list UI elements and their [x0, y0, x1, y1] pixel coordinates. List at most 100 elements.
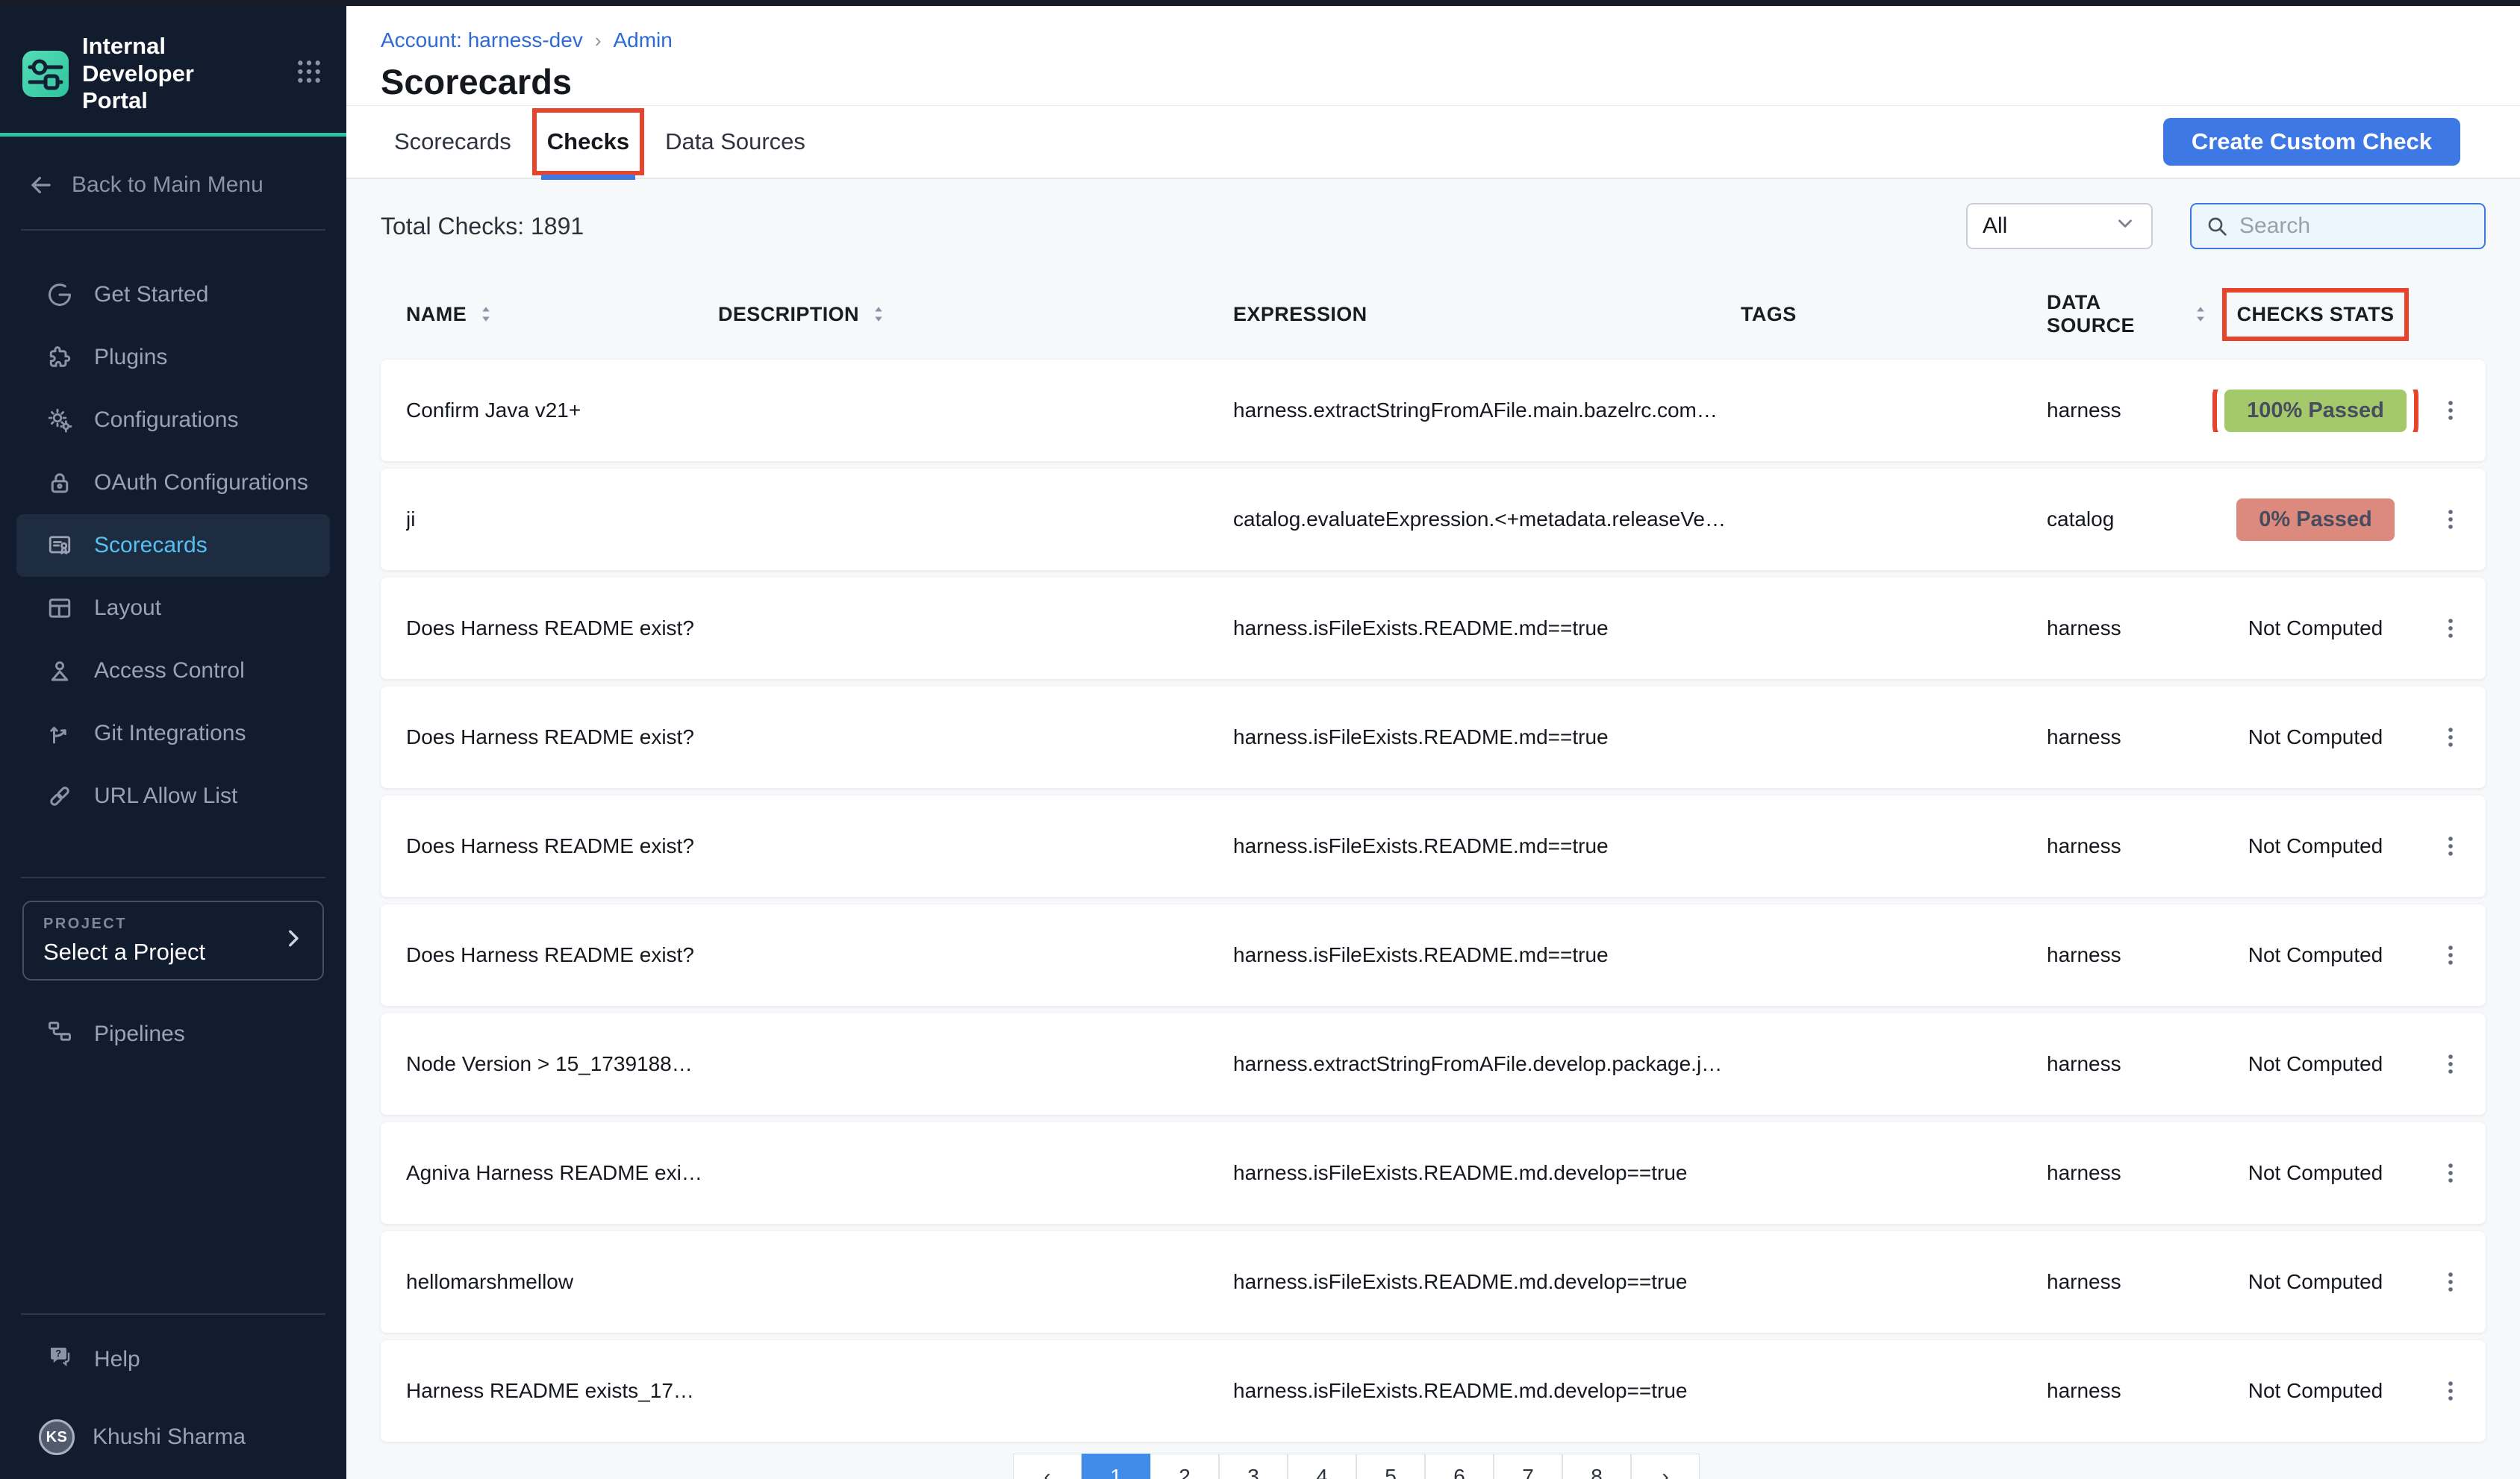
scorecard-icon	[46, 532, 73, 559]
row-menu-button[interactable]	[2438, 616, 2486, 641]
table-row[interactable]: jicatalog.evaluateExpression.<+metadata.…	[381, 469, 2486, 570]
sort-icon[interactable]	[868, 304, 889, 325]
row-menu-button[interactable]	[2438, 1051, 2486, 1077]
sidebar-item-pipelines[interactable]: Pipelines	[0, 1003, 346, 1066]
git-branch-icon	[46, 720, 73, 747]
column-label: NAME	[406, 303, 467, 326]
sidebar-item-label: OAuth Configurations	[94, 470, 308, 495]
sidebar-item-get-started[interactable]: Get Started	[16, 263, 330, 326]
filter-dropdown[interactable]: All	[1966, 203, 2153, 249]
sort-icon[interactable]	[2190, 304, 2211, 325]
sidebar-item-label: Configurations	[94, 407, 238, 433]
pagination: ‹12345678›	[1013, 1454, 1700, 1479]
sidebar-item-configurations[interactable]: Configurations	[16, 389, 330, 451]
table-row[interactable]: Does Harness README exist?harness.isFile…	[381, 578, 2486, 679]
table-row[interactable]: Does Harness README exist?harness.isFile…	[381, 795, 2486, 897]
gear-icon	[46, 407, 73, 434]
sidebar-spacer	[0, 1066, 346, 1313]
svg-text:?: ?	[55, 1348, 61, 1359]
idp-logo-icon	[22, 51, 69, 97]
page-title: Scorecards	[381, 61, 2486, 102]
check-data-source: harness	[2047, 1379, 2211, 1403]
page-button-7[interactable]: 7	[1494, 1454, 1562, 1479]
page-button-[interactable]: ›	[1631, 1454, 1700, 1479]
check-stats: 100% Passed	[2211, 390, 2420, 432]
breadcrumb-account-link[interactable]: Account: harness-dev	[381, 28, 583, 52]
check-expression: harness.isFileExists.README.md.develop==…	[1233, 1379, 1741, 1403]
check-data-source: harness	[2047, 1052, 2211, 1076]
page-button-1[interactable]: 1	[1082, 1454, 1150, 1479]
help-button[interactable]: ? Help	[0, 1328, 346, 1391]
lock-icon	[46, 469, 73, 496]
breadcrumb-separator: ›	[595, 29, 602, 52]
row-menu-button[interactable]	[2438, 942, 2486, 968]
page-button-8[interactable]: 8	[1562, 1454, 1631, 1479]
tab-checks[interactable]: Checks	[529, 105, 647, 178]
back-to-main-menu[interactable]: Back to Main Menu	[27, 171, 324, 199]
check-data-source: harness	[2047, 398, 2211, 422]
project-value: Select a Project	[43, 939, 303, 966]
create-custom-check-button[interactable]: Create Custom Check	[2163, 118, 2460, 166]
sort-icon[interactable]	[475, 304, 496, 325]
person-icon	[46, 657, 73, 684]
sidebar-item-oauth-configurations[interactable]: OAuth Configurations	[16, 451, 330, 514]
sidebar-item-label: Scorecards	[94, 533, 208, 558]
table-row[interactable]: Confirm Java v21+harness.extractStringFr…	[381, 360, 2486, 461]
sidebar-item-access-control[interactable]: Access Control	[16, 640, 330, 702]
search-box	[2190, 203, 2486, 249]
table-row[interactable]: Does Harness README exist?harness.isFile…	[381, 687, 2486, 788]
window-top-strip	[0, 0, 2520, 6]
row-menu-button[interactable]	[2438, 1269, 2486, 1295]
check-name: Does Harness README exist?	[406, 616, 718, 640]
check-stats: Not Computed	[2211, 834, 2420, 858]
table-row[interactable]: hellomarshmellowharness.isFileExists.REA…	[381, 1231, 2486, 1333]
sidebar-item-label: Get Started	[94, 282, 208, 307]
sidebar-item-git-integrations[interactable]: Git Integrations	[16, 702, 330, 765]
tab-scorecards[interactable]: Scorecards	[376, 105, 529, 178]
column-header-expression: EXPRESSION	[1233, 303, 1741, 326]
row-menu-button[interactable]	[2438, 1378, 2486, 1404]
row-menu-button[interactable]	[2438, 1160, 2486, 1186]
project-label: PROJECT	[43, 916, 303, 933]
table-row[interactable]: Harness README exists_173917...harness.i…	[381, 1340, 2486, 1442]
page-button-[interactable]: ‹	[1013, 1454, 1082, 1479]
sidebar-item-url-allow-list[interactable]: URL Allow List	[16, 765, 330, 828]
row-menu-button[interactable]	[2438, 398, 2486, 423]
sidebar-item-label: URL Allow List	[94, 784, 237, 809]
table-row[interactable]: Does Harness README exist?harness.isFile…	[381, 904, 2486, 1006]
row-menu-button[interactable]	[2438, 834, 2486, 859]
check-data-source: catalog	[2047, 507, 2211, 531]
toolbar: Total Checks: 1891 All	[381, 203, 2486, 249]
apps-grid-icon[interactable]	[294, 57, 324, 90]
teal-divider	[0, 133, 346, 137]
check-data-source: harness	[2047, 1270, 2211, 1294]
user-menu[interactable]: KS Khushi Sharma	[0, 1406, 346, 1469]
check-stats: Not Computed	[2211, 1161, 2420, 1185]
project-selector[interactable]: PROJECT Select a Project	[22, 901, 324, 981]
plugins-icon	[46, 344, 73, 371]
page-button-4[interactable]: 4	[1288, 1454, 1356, 1479]
total-checks-count: Total Checks: 1891	[381, 213, 584, 240]
column-header-data-source[interactable]: DATA SOURCE	[2047, 291, 2211, 337]
page-button-6[interactable]: 6	[1425, 1454, 1494, 1479]
check-expression: harness.extractStringFromAFile.develop.p…	[1233, 1052, 1741, 1076]
page-button-3[interactable]: 3	[1219, 1454, 1288, 1479]
search-input[interactable]	[2239, 213, 2471, 239]
table-header: NAMEDESCRIPTIONEXPRESSIONTAGSDATA SOURCE…	[381, 291, 2486, 360]
back-label: Back to Main Menu	[72, 172, 263, 198]
check-name: Node Version > 15_1739188021...	[406, 1052, 718, 1076]
page-button-5[interactable]: 5	[1356, 1454, 1425, 1479]
sidebar-item-scorecards[interactable]: Scorecards	[16, 514, 330, 577]
link-icon	[46, 783, 73, 810]
column-header-name[interactable]: NAME	[406, 303, 718, 326]
row-menu-button[interactable]	[2438, 725, 2486, 750]
table-row[interactable]: Agniva Harness README exists...harness.i…	[381, 1122, 2486, 1224]
breadcrumb-admin-link[interactable]: Admin	[613, 28, 672, 52]
sidebar-item-layout[interactable]: Layout	[16, 577, 330, 640]
page-button-2[interactable]: 2	[1150, 1454, 1219, 1479]
sidebar-item-plugins[interactable]: Plugins	[16, 326, 330, 389]
row-menu-button[interactable]	[2438, 507, 2486, 532]
tab-data-sources[interactable]: Data Sources	[647, 105, 823, 178]
column-header-description[interactable]: DESCRIPTION	[718, 303, 1233, 326]
table-row[interactable]: Node Version > 15_1739188021... harness.e…	[381, 1013, 2486, 1115]
